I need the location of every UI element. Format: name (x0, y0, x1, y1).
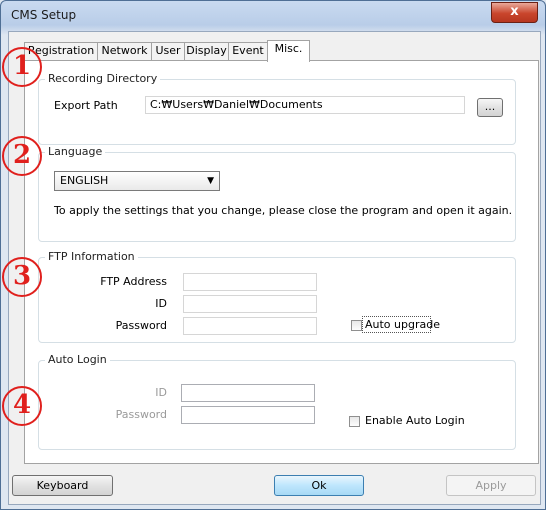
tab-network[interactable]: Network (97, 42, 152, 60)
ftp-id-label: ID (155, 297, 167, 310)
browse-button[interactable]: ... (477, 98, 503, 117)
annotation-marker-2: 2 (2, 136, 42, 176)
ftp-password-field[interactable] (183, 317, 317, 335)
export-path-field[interactable]: C:₩Users₩Daniel₩Documents (145, 96, 465, 114)
auto-upgrade-label[interactable]: Auto upgrade (365, 318, 440, 331)
dropdown-arrow-icon: ▼ (207, 176, 214, 186)
title-bar[interactable]: CMS Setup x (1, 1, 545, 31)
tab-misc[interactable]: Misc. (267, 40, 310, 62)
auto-login-title: Auto Login (45, 353, 110, 366)
auto-login-password-field[interactable] (181, 406, 315, 424)
language-selected-value: ENGLISH (60, 174, 109, 187)
export-path-label: Export Path (54, 99, 118, 112)
enable-auto-login-checkbox[interactable] (349, 416, 360, 427)
recording-directory-title: Recording Directory (45, 72, 161, 85)
auto-login-password-label: Password (115, 408, 167, 421)
apply-button[interactable]: Apply (446, 475, 536, 496)
keyboard-button[interactable]: Keyboard (12, 475, 113, 496)
ok-button[interactable]: Ok (274, 475, 364, 496)
ftp-address-field[interactable] (183, 273, 317, 291)
cms-setup-window: CMS Setup x Registration Network User Di… (0, 0, 546, 510)
auto-login-group: Auto Login (38, 353, 516, 450)
annotation-marker-4: 4 (2, 386, 42, 426)
misc-tab-page: Recording Directory Export Path C:₩Users… (24, 60, 539, 464)
language-select[interactable]: ENGLISH ▼ (54, 171, 220, 191)
ftp-id-field[interactable] (183, 295, 317, 313)
ftp-password-label: Password (115, 319, 167, 332)
auto-login-id-label: ID (155, 386, 167, 399)
ftp-information-title: FTP Information (45, 250, 138, 263)
enable-auto-login-label[interactable]: Enable Auto Login (365, 414, 465, 427)
close-icon: x (510, 4, 519, 19)
tab-display[interactable]: Display (184, 42, 229, 60)
language-group: Language (38, 145, 516, 242)
annotation-marker-1: 1 (2, 47, 42, 87)
tab-user[interactable]: User (151, 42, 185, 60)
language-restart-note: To apply the settings that you change, p… (54, 204, 513, 217)
close-button[interactable]: x (491, 2, 538, 23)
auto-login-id-field[interactable] (181, 384, 315, 402)
window-title: CMS Setup (11, 8, 77, 22)
auto-upgrade-checkbox[interactable] (351, 320, 362, 331)
tab-event[interactable]: Event (228, 42, 268, 60)
language-title: Language (45, 145, 106, 158)
annotation-marker-3: 3 (2, 257, 42, 297)
ftp-address-label: FTP Address (100, 275, 167, 288)
